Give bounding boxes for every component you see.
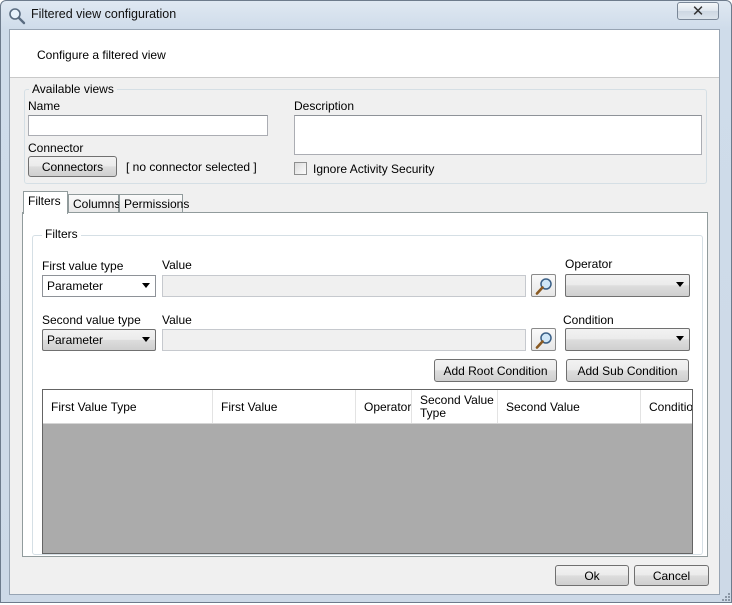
second-value-type-value: Parameter xyxy=(47,333,104,347)
chevron-down-icon xyxy=(142,337,150,342)
magnifier-icon xyxy=(8,7,26,25)
tab-permissions-label: Permissions xyxy=(124,197,190,211)
condition-select[interactable] xyxy=(565,328,690,351)
tab-columns[interactable]: Columns xyxy=(68,194,121,213)
tab-filters-label: Filters xyxy=(28,194,61,208)
ignore-security-label: Ignore Activity Security xyxy=(313,162,435,176)
description-input[interactable] xyxy=(294,115,702,155)
column-header-label: First Value xyxy=(221,399,278,414)
add-root-condition-button[interactable]: Add Root Condition xyxy=(434,359,557,382)
column-header-label: Operator xyxy=(364,399,412,414)
tab-permissions[interactable]: Permissions xyxy=(119,194,189,213)
connector-label: Connector xyxy=(28,141,84,155)
first-value-type-label: First value type xyxy=(42,259,124,273)
connector-status: [ no connector selected ] xyxy=(126,160,257,174)
close-button[interactable]: ✕ xyxy=(677,2,719,20)
connectors-button-label: Connectors xyxy=(41,159,104,174)
name-input[interactable] xyxy=(28,115,268,136)
title-bar[interactable]: Filtered view configuration ✕ xyxy=(1,1,731,29)
column-header-operator[interactable]: Operator xyxy=(356,390,412,423)
column-header-second-value-type[interactable]: Second Value Type xyxy=(412,390,498,423)
second-value-type-select[interactable]: Parameter xyxy=(42,329,156,351)
add-root-condition-label: Add Root Condition xyxy=(443,363,548,378)
second-value-search-button[interactable] xyxy=(531,328,556,351)
first-value-label: Value xyxy=(162,258,192,272)
operator-label: Operator xyxy=(565,257,613,271)
chevron-down-icon xyxy=(676,282,684,287)
first-value-type-select[interactable]: Parameter xyxy=(42,275,156,297)
cancel-button-label: Cancel xyxy=(652,568,691,583)
close-icon: ✕ xyxy=(691,3,705,20)
first-value-input[interactable] xyxy=(162,275,526,297)
grid-header: First Value Type First Value Operator Se… xyxy=(43,390,692,424)
second-value-input[interactable] xyxy=(162,329,526,351)
add-sub-condition-label: Add Sub Condition xyxy=(577,363,678,378)
header-subtitle: Configure a filtered view xyxy=(37,48,166,62)
ok-button[interactable]: Ok xyxy=(555,565,629,586)
column-header-label: Conditio xyxy=(649,399,692,414)
available-views-legend: Available views xyxy=(29,82,117,96)
column-header-first-value-type[interactable]: First Value Type xyxy=(43,390,213,423)
second-value-label: Value xyxy=(162,313,192,327)
description-label: Description xyxy=(294,99,355,113)
window-title: Filtered view configuration xyxy=(31,7,177,21)
operator-select[interactable] xyxy=(565,274,690,297)
first-value-search-button[interactable] xyxy=(531,274,556,297)
magnifier-icon xyxy=(535,278,552,295)
condition-label: Condition xyxy=(563,313,614,327)
filters-legend: Filters xyxy=(42,227,81,241)
dialog-client-area: Configure a filtered view Available view… xyxy=(9,29,720,595)
column-header-label: Second Value xyxy=(506,399,580,414)
column-header-label: Second Value Type xyxy=(420,393,494,420)
column-header-condition[interactable]: Conditio xyxy=(641,390,692,423)
ok-button-label: Ok xyxy=(584,568,600,583)
dialog-window: Filtered view configuration ✕ Configure … xyxy=(0,0,732,603)
second-value-type-label: Second value type xyxy=(42,313,141,327)
name-label: Name xyxy=(28,99,61,113)
ignore-security-checkbox[interactable] xyxy=(294,162,307,175)
cancel-button[interactable]: Cancel xyxy=(634,565,709,586)
tab-columns-label: Columns xyxy=(73,197,121,211)
first-value-type-value: Parameter xyxy=(47,279,104,293)
column-header-first-value[interactable]: First Value xyxy=(213,390,356,423)
conditions-grid[interactable]: First Value Type First Value Operator Se… xyxy=(42,389,693,554)
column-header-label: First Value Type xyxy=(51,399,137,414)
header-panel: Configure a filtered view xyxy=(10,30,719,78)
chevron-down-icon xyxy=(676,336,684,341)
tab-filters[interactable]: Filters xyxy=(23,191,68,214)
add-sub-condition-button[interactable]: Add Sub Condition xyxy=(566,359,689,382)
magnifier-icon xyxy=(535,332,552,349)
column-header-second-value[interactable]: Second Value xyxy=(498,390,641,423)
connectors-button[interactable]: Connectors xyxy=(28,156,117,177)
chevron-down-icon xyxy=(142,283,150,288)
